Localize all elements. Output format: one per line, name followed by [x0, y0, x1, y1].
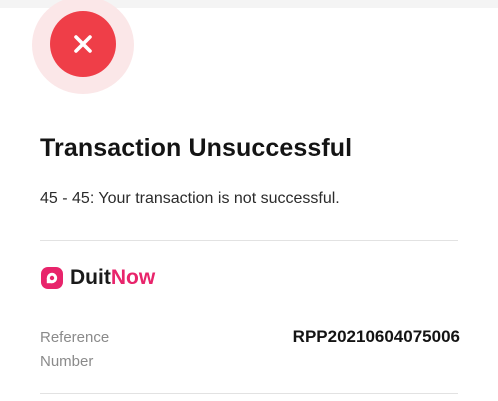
brand-name-part1: Duit: [70, 266, 111, 289]
brand-name: DuitNow: [70, 266, 155, 290]
reference-label-line1: Reference: [40, 329, 110, 346]
error-message: 45 - 45: Your transaction is not success…: [40, 190, 340, 207]
divider: [40, 240, 458, 241]
duitnow-logo-icon: [41, 267, 63, 289]
reference-number-value: RPP20210604075006: [292, 327, 460, 346]
reference-number-label: Reference Number: [40, 326, 160, 374]
close-icon: [74, 35, 92, 53]
error-status-icon: [50, 11, 116, 77]
duitnow-brand: DuitNow: [40, 266, 155, 290]
divider: [40, 393, 458, 394]
brand-name-part2: Now: [110, 266, 156, 289]
reference-label-line2: Number: [40, 353, 94, 370]
page-title: Transaction Unsuccessful: [40, 134, 353, 162]
